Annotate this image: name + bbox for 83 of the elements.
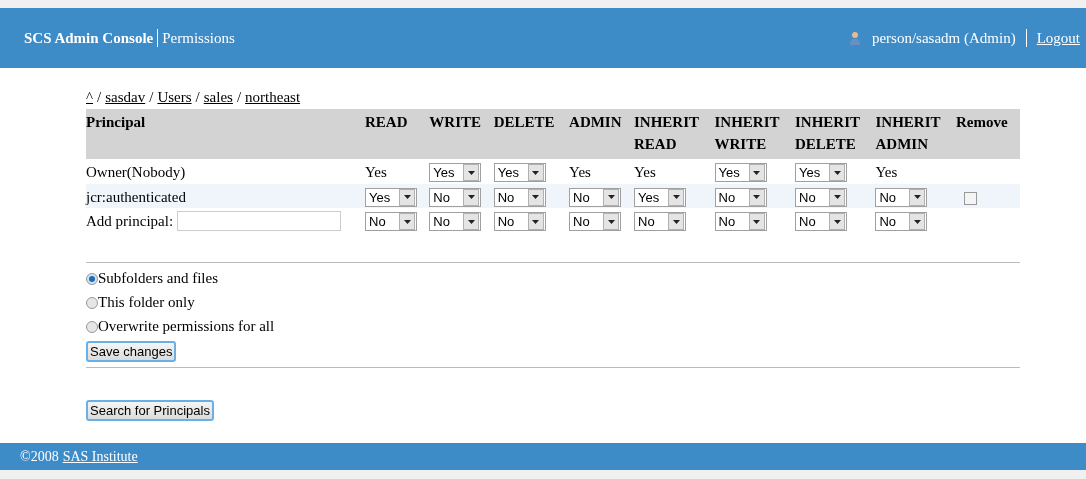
caret-icon bbox=[753, 170, 760, 175]
table-cell: Yes bbox=[634, 164, 656, 180]
dropdown[interactable]: No bbox=[429, 212, 482, 231]
caret-icon bbox=[833, 170, 841, 175]
dropdown[interactable]: No bbox=[569, 212, 622, 231]
remove-checkbox[interactable] bbox=[963, 191, 977, 205]
caret-icon bbox=[607, 195, 615, 199]
caret-icon bbox=[672, 219, 680, 224]
copyright-text: ©2008 bbox=[20, 448, 59, 466]
dropdown[interactable]: No bbox=[569, 187, 622, 207]
dropdown[interactable]: Yes bbox=[429, 163, 482, 182]
dropdown[interactable]: No bbox=[795, 187, 847, 207]
dropdown[interactable]: Yes bbox=[634, 187, 687, 207]
dropdown[interactable]: Yes bbox=[493, 163, 546, 182]
dropdown[interactable]: No bbox=[875, 187, 928, 207]
section-title: Permissions bbox=[157, 29, 235, 47]
breadcrumb-separator: / bbox=[149, 87, 154, 107]
caret-icon bbox=[914, 219, 921, 224]
dropdown[interactable]: Yes bbox=[365, 187, 417, 207]
user-icon bbox=[849, 31, 860, 45]
column-header: INHERIT ADMIN bbox=[875, 113, 941, 154]
column-header: Principal bbox=[86, 113, 146, 132]
caret-icon bbox=[403, 195, 411, 199]
column-header: DELETE bbox=[493, 113, 555, 132]
dropdown[interactable]: No bbox=[493, 187, 546, 207]
caret-icon bbox=[532, 170, 540, 175]
column-header: INHERIT WRITE bbox=[714, 113, 780, 154]
radio-label: This folder only bbox=[98, 293, 195, 313]
caret-icon bbox=[753, 219, 760, 224]
app-title: SCS Admin Console bbox=[24, 28, 154, 48]
breadcrumb-separator: / bbox=[195, 87, 200, 107]
breadcrumb-separator: / bbox=[236, 87, 242, 107]
search-button[interactable]: Search for Principals bbox=[86, 399, 214, 421]
field-label: Add principal: bbox=[86, 212, 174, 231]
dropdown[interactable]: No bbox=[365, 212, 417, 231]
breadcrumb-link[interactable]: ^ bbox=[86, 85, 94, 108]
dropdown[interactable]: Yes bbox=[714, 163, 767, 182]
caret-icon bbox=[532, 195, 540, 199]
radio-button[interactable] bbox=[86, 320, 98, 333]
caret-icon bbox=[532, 219, 540, 224]
dropdown[interactable]: No bbox=[714, 187, 767, 207]
dropdown[interactable]: No bbox=[429, 187, 482, 207]
caret-icon bbox=[607, 219, 615, 224]
column-header: READ bbox=[365, 113, 408, 132]
radio-button[interactable] bbox=[86, 296, 98, 309]
dropdown[interactable]: No bbox=[875, 212, 928, 231]
column-header: WRITE bbox=[429, 113, 482, 132]
breadcrumb-link[interactable]: sasdav bbox=[105, 85, 146, 108]
dropdown[interactable]: Yes bbox=[795, 163, 847, 182]
caret-icon bbox=[753, 195, 760, 199]
column-header: ADMIN bbox=[569, 113, 622, 132]
breadcrumb-separator: / bbox=[97, 87, 102, 107]
caret-icon bbox=[672, 195, 680, 199]
principal-input[interactable] bbox=[177, 211, 342, 232]
radio-label: Subfolders and files bbox=[98, 269, 218, 289]
dropdown[interactable]: No bbox=[634, 212, 687, 231]
caret-icon bbox=[833, 219, 841, 224]
caret-icon bbox=[403, 219, 411, 224]
radio-label: Overwrite permissions for all bbox=[98, 317, 275, 337]
table-cell: Yes bbox=[365, 164, 387, 180]
breadcrumb-link[interactable]: sales bbox=[203, 85, 233, 108]
breadcrumb-link[interactable]: northeast bbox=[245, 85, 301, 108]
table-cell: Yes bbox=[875, 164, 898, 180]
table-cell: Yes bbox=[569, 164, 591, 180]
principal-name: Owner(Nobody) bbox=[86, 164, 186, 180]
user-name: person/sasadm (Admin) bbox=[871, 28, 1016, 48]
breadcrumb-link[interactable]: Users bbox=[157, 85, 192, 108]
radio-button[interactable] bbox=[86, 272, 98, 285]
column-header: INHERIT DELETE bbox=[795, 113, 861, 154]
caret-icon bbox=[467, 170, 475, 175]
dropdown[interactable]: No bbox=[795, 212, 847, 231]
caret-icon bbox=[914, 195, 921, 199]
column-header: Remove bbox=[955, 113, 1008, 132]
save-button[interactable]: Save changes bbox=[86, 340, 177, 362]
dropdown[interactable]: No bbox=[493, 212, 546, 231]
dropdown[interactable]: No bbox=[714, 212, 767, 231]
logout-link[interactable]: Logout bbox=[1025, 29, 1080, 47]
footer-link[interactable]: SAS Institute bbox=[62, 446, 138, 467]
column-header: INHERIT READ bbox=[634, 113, 700, 154]
principal-name: jcr:authenticated bbox=[86, 188, 186, 205]
caret-icon bbox=[833, 195, 841, 199]
caret-icon bbox=[467, 195, 475, 199]
caret-icon bbox=[467, 219, 475, 224]
